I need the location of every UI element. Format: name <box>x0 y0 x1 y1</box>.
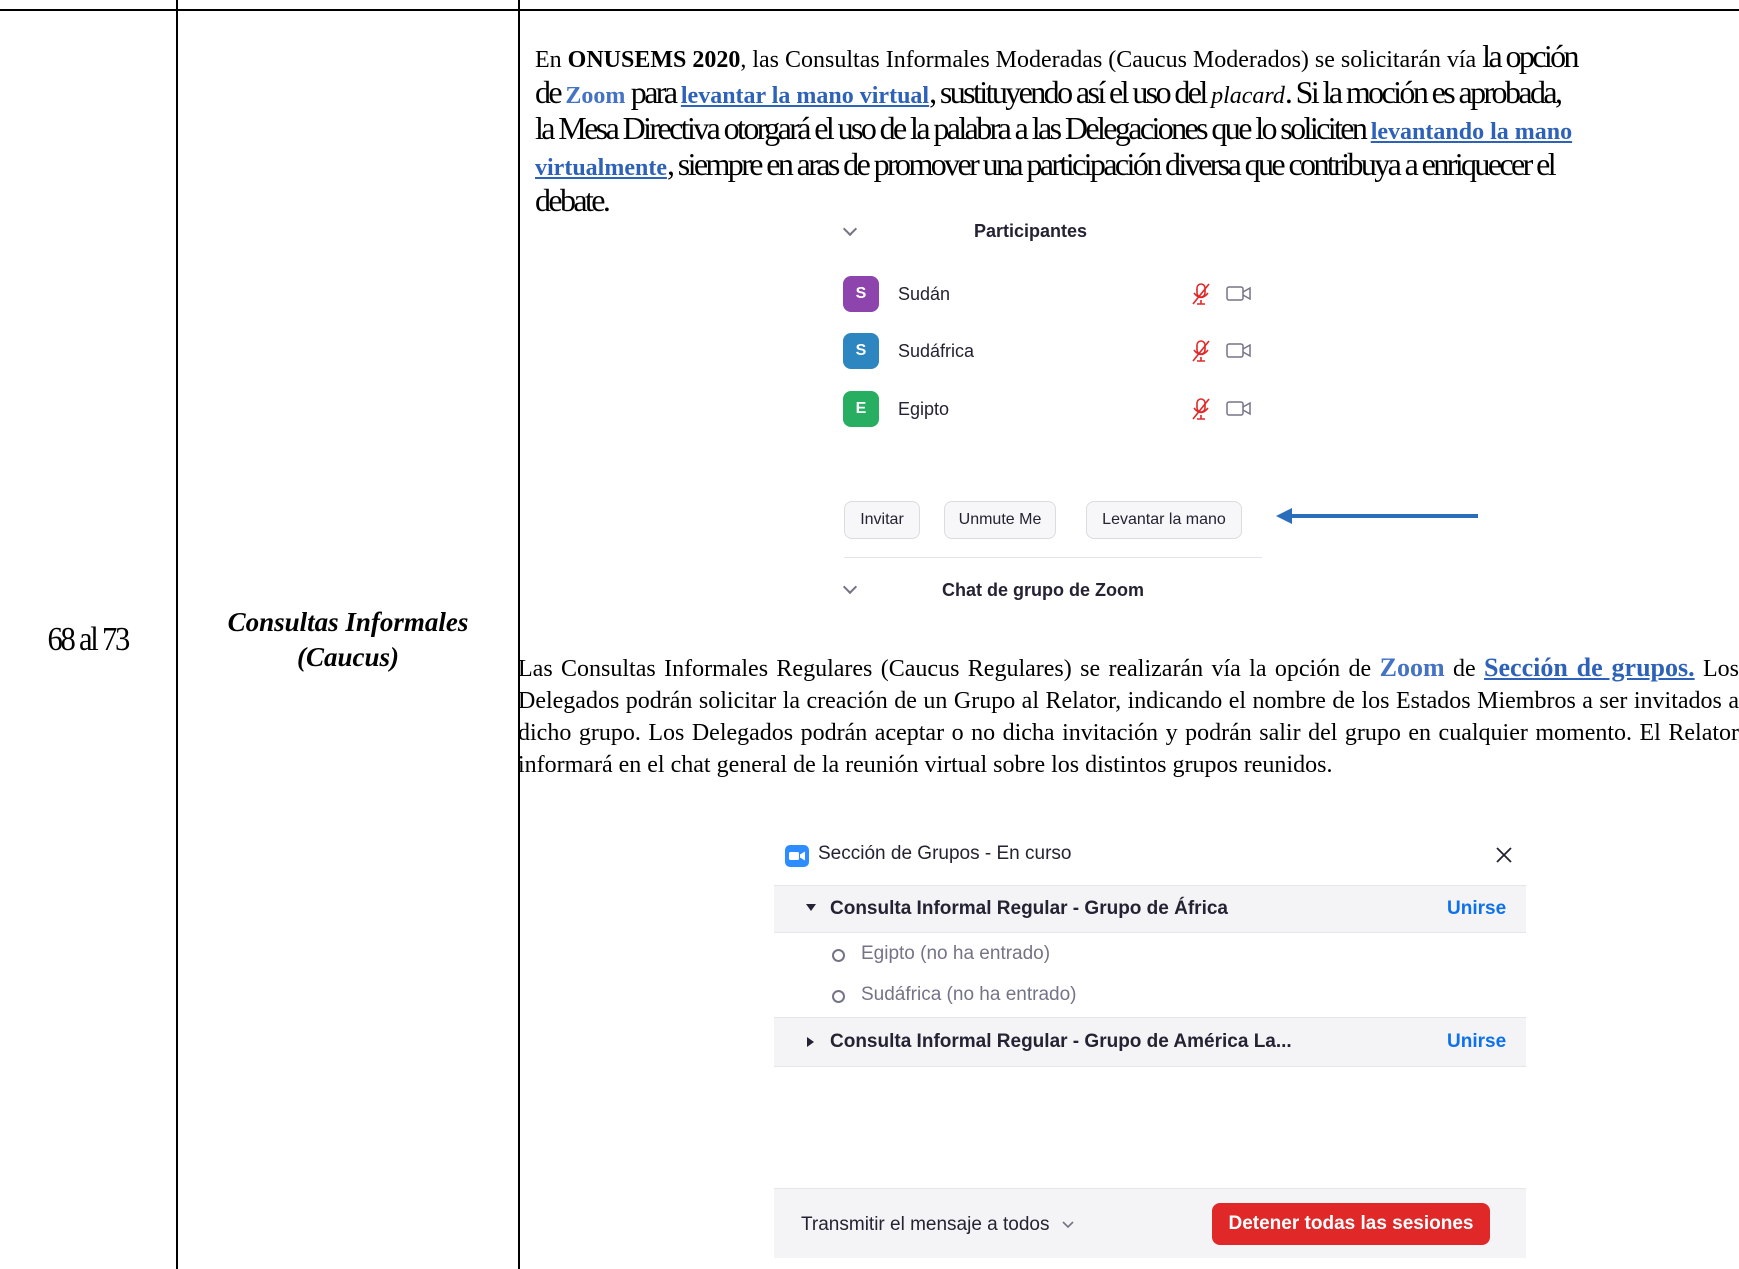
raise-hand-link-2[interactable]: levantando la mano <box>1371 119 1572 145</box>
column-divider-2 <box>518 0 520 1269</box>
raise-hand-link-3[interactable]: virtualmente <box>535 155 667 181</box>
regular-caucus-paragraph: Las Consultas Informales Regulares (Cauc… <box>518 652 1739 781</box>
participant-name: Egipto <box>898 399 950 419</box>
group-name: Consulta Informal Regular - Grupo de Amé… <box>830 1031 1292 1052</box>
text: la Mesa Directiva otorgará el uso de la … <box>535 110 1371 146</box>
text: debate. <box>535 182 611 218</box>
event-name: ONUSEMS 2020 <box>567 47 741 73</box>
mic-muted-icon[interactable] <box>1190 397 1212 421</box>
topic-subtitle: (Caucus) <box>296 642 399 672</box>
topic-cell: Consultas Informales (Caucus) <box>178 11 518 1269</box>
status-circle-icon <box>832 949 845 962</box>
broadcast-button[interactable]: Transmitir el mensaje a todos <box>801 1214 1075 1236</box>
video-camera-icon[interactable] <box>1226 284 1252 304</box>
text: de <box>1444 656 1485 682</box>
chat-title: Chat de grupo de Zoom <box>942 580 1144 600</box>
text: placard <box>1211 83 1285 109</box>
join-button[interactable]: Unirse <box>1447 898 1506 920</box>
participants-title: Participantes <box>974 221 1088 241</box>
avatar: E <box>843 391 879 427</box>
moderated-caucus-paragraph: En ONUSEMS 2020, las Consultas Informale… <box>535 40 1739 220</box>
text: para <box>625 74 681 110</box>
video-camera-icon[interactable] <box>1226 341 1252 361</box>
close-icon[interactable] <box>1495 846 1513 864</box>
chevron-down-icon[interactable] <box>842 221 858 237</box>
raise-hand-link[interactable]: levantar la mano virtual <box>681 83 929 109</box>
mic-muted-icon[interactable] <box>1190 282 1212 306</box>
breakout-rooms-link[interactable]: Sección de grupos. <box>1484 653 1695 682</box>
avatar: S <box>843 333 879 369</box>
raise-hand-button[interactable]: Levantar la mano <box>1086 501 1242 539</box>
text: , las Consultas Informales Moderadas (Ca… <box>740 47 1483 73</box>
status-circle-icon <box>832 990 845 1003</box>
text: la opción <box>1482 38 1579 74</box>
articles-cell: 68 al 73 <box>0 11 176 1269</box>
join-button[interactable]: Unirse <box>1447 1031 1506 1053</box>
stop-all-sessions-button[interactable]: Detener todas las sesiones <box>1212 1203 1490 1245</box>
text: Las Consultas Informales Regulares (Cauc… <box>518 656 1380 682</box>
participant-name: Sudáfrica <box>898 341 975 361</box>
zoom-highlight: Zoom <box>565 83 626 109</box>
text: , sustituyendo así el uso del <box>929 74 1212 110</box>
zoom-highlight: Zoom <box>1379 653 1445 682</box>
zoom-logo-icon <box>785 845 809 867</box>
participant-name: Sudán <box>898 284 951 304</box>
divider <box>844 557 1262 558</box>
text: . Si la moción es aprobada, <box>1284 74 1563 110</box>
caret-down-icon[interactable] <box>805 903 817 913</box>
chevron-down-icon <box>1062 1221 1074 1229</box>
group-member: Egipto (no ha entrado) <box>861 943 1051 964</box>
caret-right-icon[interactable] <box>806 1036 816 1048</box>
articles-number: 68 al 73 <box>47 621 131 658</box>
text: En <box>535 47 568 73</box>
group-name: Consulta Informal Regular - Grupo de Áfr… <box>830 898 1228 919</box>
mic-muted-icon[interactable] <box>1190 339 1212 363</box>
topic-title: Consultas Informales <box>227 607 469 637</box>
text: , siempre en aras de promover una partic… <box>666 146 1557 182</box>
text: de <box>535 74 566 110</box>
avatar: S <box>843 276 879 312</box>
breakout-title: Sección de Grupos - En curso <box>818 843 1072 864</box>
group-member: Sudáfrica (no ha entrado) <box>861 984 1077 1005</box>
chevron-down-icon[interactable] <box>842 579 858 595</box>
broadcast-label: Transmitir el mensaje a todos <box>801 1214 1050 1235</box>
invite-button[interactable]: Invitar <box>844 501 920 539</box>
arrow-left-icon <box>1276 508 1478 524</box>
unmute-button[interactable]: Unmute Me <box>944 501 1056 539</box>
video-camera-icon[interactable] <box>1226 399 1252 419</box>
